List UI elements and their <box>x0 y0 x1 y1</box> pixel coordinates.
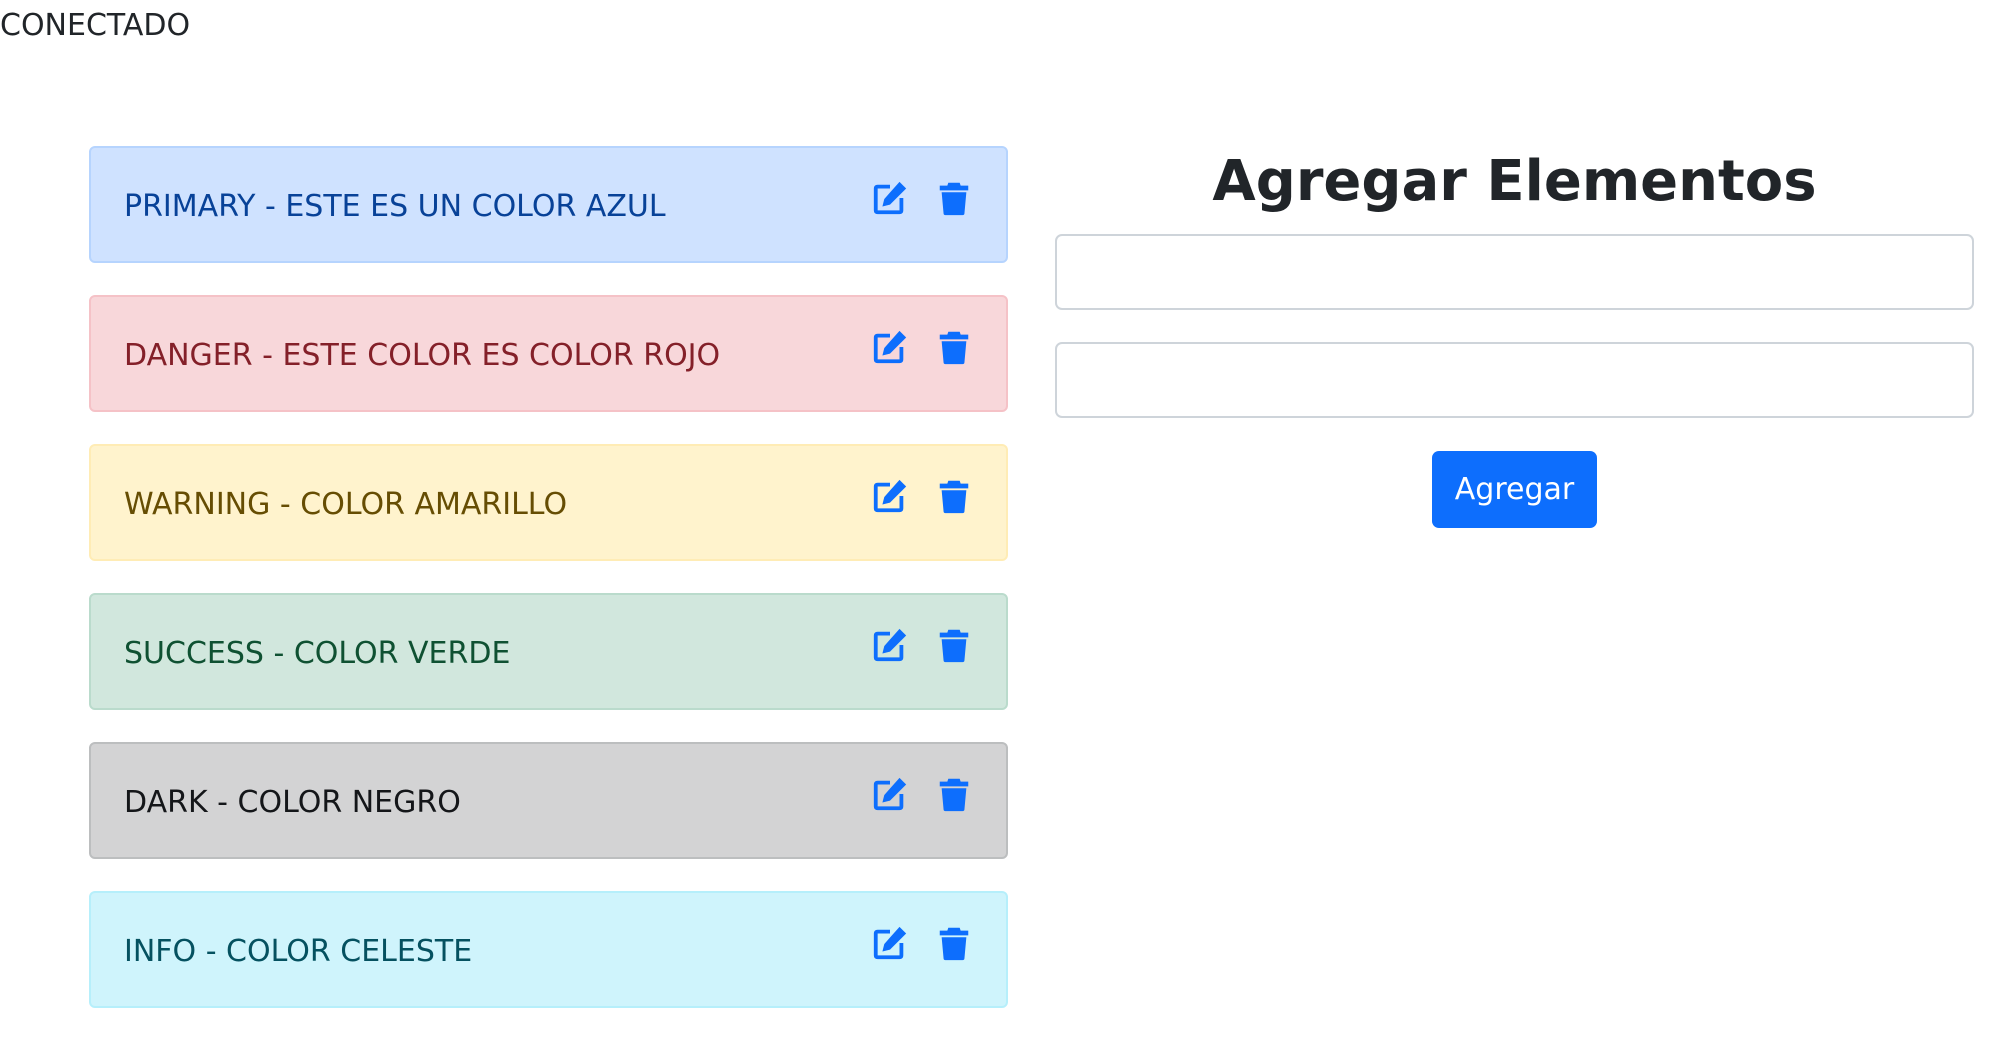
alert-item-actions <box>870 923 974 963</box>
alert-item-label: DANGER - ESTE COLOR ES COLOR ROJO <box>124 338 721 373</box>
alert-item-label: WARNING - COLOR AMARILLO <box>124 487 568 522</box>
alert-item-actions <box>870 327 974 367</box>
alert-item-label: SUCCESS - COLOR VERDE <box>124 636 511 671</box>
connection-status: CONECTADO <box>0 8 191 43</box>
submit-button-wrap: Agregar <box>1055 451 1974 528</box>
alert-item-info: INFO - COLOR CELESTE <box>89 891 1008 1008</box>
edit-icon[interactable] <box>870 476 910 516</box>
alert-item-label: DARK - COLOR NEGRO <box>124 785 461 820</box>
element-name-input[interactable] <box>1055 234 1974 310</box>
edit-icon[interactable] <box>870 923 910 963</box>
trash-icon[interactable] <box>934 178 974 218</box>
trash-icon[interactable] <box>934 327 974 367</box>
edit-icon[interactable] <box>870 625 910 665</box>
alert-item-danger: DANGER - ESTE COLOR ES COLOR ROJO <box>89 295 1008 412</box>
edit-icon[interactable] <box>870 774 910 814</box>
alert-item-actions <box>870 625 974 665</box>
alert-item-actions <box>870 178 974 218</box>
trash-icon[interactable] <box>934 774 974 814</box>
alert-item-success: SUCCESS - COLOR VERDE <box>89 593 1008 710</box>
alert-item-primary: PRIMARY - ESTE ES UN COLOR AZUL <box>89 146 1008 263</box>
form-title: Agregar Elementos <box>1212 149 1817 214</box>
alert-item-label: PRIMARY - ESTE ES UN COLOR AZUL <box>124 189 666 224</box>
alert-item-label: INFO - COLOR CELESTE <box>124 934 473 969</box>
trash-icon[interactable] <box>934 625 974 665</box>
alert-item-actions <box>870 476 974 516</box>
element-description-input[interactable] <box>1055 342 1974 418</box>
trash-icon[interactable] <box>934 923 974 963</box>
trash-icon[interactable] <box>934 476 974 516</box>
alert-item-warning: WARNING - COLOR AMARILLO <box>89 444 1008 561</box>
alert-item-dark: DARK - COLOR NEGRO <box>89 742 1008 859</box>
add-button[interactable]: Agregar <box>1432 451 1597 528</box>
edit-icon[interactable] <box>870 178 910 218</box>
add-elements-form: Agregar Elementos Agregar <box>1055 142 1974 528</box>
alert-item-actions <box>870 774 974 814</box>
alert-list: PRIMARY - ESTE ES UN COLOR AZUL DANGER -… <box>89 146 1008 1040</box>
edit-icon[interactable] <box>870 327 910 367</box>
